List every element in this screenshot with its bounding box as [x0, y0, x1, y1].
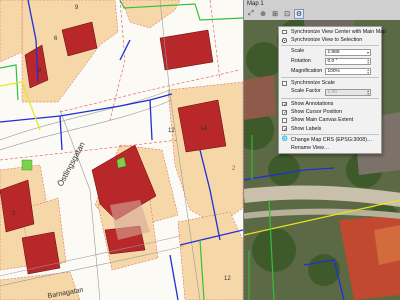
menu-show-cursor-label: Show Cursor Position — [291, 109, 342, 116]
rotation-value: 0.0 ° — [327, 59, 338, 65]
map-settings-icon[interactable]: ⚙ — [294, 9, 304, 19]
menu-separator — [281, 77, 379, 79]
map-label-number: 14 — [200, 126, 207, 132]
scale-value: 1:888 — [327, 49, 340, 55]
magnification-spinbox[interactable]: 100% ▴ ▾ — [325, 67, 371, 75]
chevron-down-icon[interactable]: ▾ — [367, 50, 369, 56]
panel-toolbar: ⤢ ⊕ ⊞ ⊡ ⚙ — [246, 9, 304, 20]
scale-factor-row: Scale Factor 1.00 ▴ ▾ — [279, 87, 381, 97]
zoom-layer-icon[interactable]: ⊕ — [258, 9, 268, 19]
menu-show-cursor[interactable]: Show Cursor Position — [279, 108, 381, 117]
sync-center-checkbox[interactable] — [282, 29, 287, 35]
scale-factor-spinbox[interactable]: 1.00 ▴ ▾ — [325, 88, 371, 96]
magnification-value: 100% — [327, 68, 340, 74]
scale-factor-value: 1.00 — [327, 89, 337, 95]
menu-show-labels-label: Show Labels — [291, 125, 322, 132]
menu-sync-selection-label: Synchronize View to Selection — [291, 37, 363, 44]
menu-show-annotations-label: Show Annotations — [291, 100, 334, 107]
menu-change-crs[interactable]: 🌐 Change Map CRS (EPSG:3008)… — [279, 136, 381, 144]
set-extent-icon[interactable]: ⊡ — [282, 9, 292, 19]
zoom-selection-icon[interactable]: ⊞ — [270, 9, 280, 19]
menu-show-extent[interactable]: Show Main Canvas Extent — [279, 116, 381, 124]
main-map-svg: 6 8 12 14 2 12 2 9 Östlingsgatan Barnaga… — [0, 0, 243, 300]
spin-arrows-icon[interactable]: ▴ ▾ — [367, 68, 369, 75]
main-map-canvas[interactable]: 6 8 12 14 2 12 2 9 Östlingsgatan Barnaga… — [0, 0, 243, 300]
menu-rename-view-label: Rename View… — [291, 144, 330, 151]
scale-factor-label: Scale Factor — [291, 88, 321, 95]
spin-arrows-icon[interactable]: ▴ ▾ — [367, 58, 369, 65]
menu-sync-scale[interactable]: Synchronize Scale — [279, 79, 381, 87]
menu-show-labels[interactable]: Show Labels — [279, 125, 381, 133]
magnification-row: Magnification 100% ▴ ▾ — [279, 67, 381, 77]
rotation-row: Rotation 0.0 ° ▴ ▾ — [279, 57, 381, 67]
rotation-spinbox[interactable]: 0.0 ° ▴ ▾ — [325, 58, 371, 66]
globe-icon: 🌐 — [281, 136, 288, 143]
road-aerial — [244, 185, 400, 207]
menu-rename-view[interactable]: Rename View… — [279, 144, 381, 152]
menu-change-crs-label: Change Map CRS (EPSG:3008)… — [291, 136, 373, 143]
menu-separator — [281, 97, 379, 99]
show-cursor-checkbox[interactable] — [282, 109, 287, 117]
menu-sync-center[interactable]: Synchronize View Center with Main Map — [279, 28, 386, 36]
rotation-label: Rotation — [291, 57, 311, 64]
map-label-number: 12 — [168, 128, 175, 134]
scale-row: Scale 1:888 ▾ — [279, 47, 381, 57]
sync-selection-radio[interactable] — [282, 37, 287, 43]
menu-separator — [281, 133, 379, 135]
menu-sync-center-label: Synchronize View Center with Main Map — [291, 29, 386, 35]
menu-sync-scale-label: Synchronize Scale — [291, 80, 335, 87]
magnification-label: Magnification — [291, 67, 323, 74]
map-label-number: 12 — [224, 276, 231, 282]
show-annotations-checkbox[interactable] — [282, 101, 287, 109]
scale-combobox[interactable]: 1:888 ▾ — [325, 48, 371, 56]
panel-title: Map 1 — [247, 1, 264, 7]
zoom-full-icon[interactable]: ⤢ — [246, 9, 256, 19]
sync-scale-checkbox[interactable] — [282, 80, 287, 86]
menu-separator — [281, 45, 379, 47]
spin-arrows-icon[interactable]: ▴ ▾ — [367, 89, 369, 96]
menu-sync-selection[interactable]: Synchronize View to Selection — [279, 36, 381, 44]
menu-show-annotations[interactable]: Show Annotations — [279, 100, 381, 109]
show-labels-checkbox[interactable] — [282, 126, 287, 133]
show-extent-checkbox[interactable] — [282, 118, 287, 123]
menu-show-extent-label: Show Main Canvas Extent — [291, 117, 354, 124]
scale-label: Scale — [291, 48, 305, 55]
map-settings-menu: Synchronize View Center with Main Map Sy… — [278, 26, 386, 155]
